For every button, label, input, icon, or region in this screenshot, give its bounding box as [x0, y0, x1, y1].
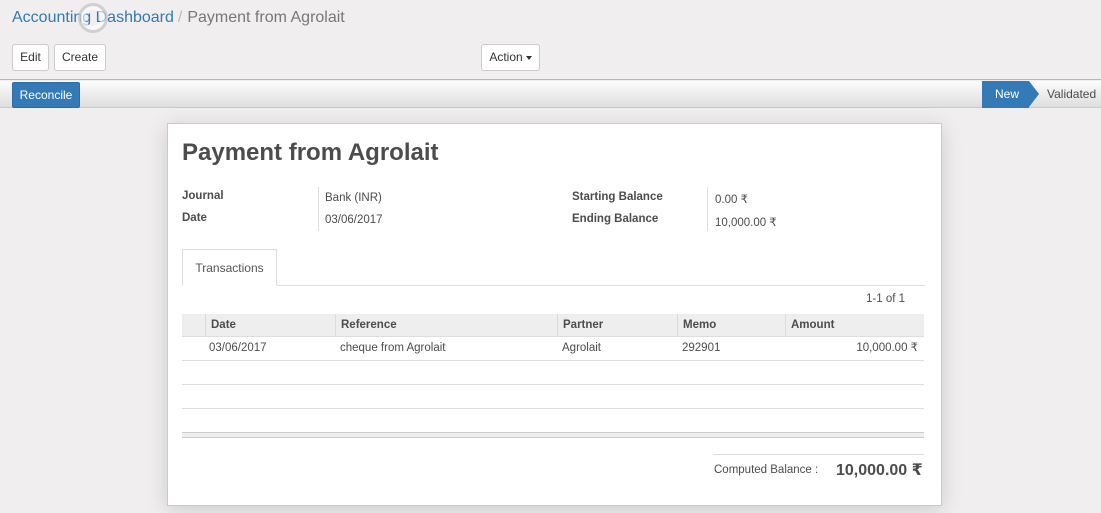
date-label: Date	[182, 212, 207, 224]
ending-balance-label: Ending Balance	[572, 213, 659, 225]
cell-memo: 292901	[682, 342, 721, 354]
table-header: Date Reference Partner Memo Amount	[182, 314, 924, 337]
computed-balance-value: 10,000.00 ₹	[836, 462, 923, 479]
tab-bar-divider	[182, 285, 925, 286]
edit-button[interactable]: Edit	[12, 44, 49, 71]
pager-value[interactable]: 1-1 of 1	[866, 293, 905, 305]
date-field[interactable]: 03/06/2017	[325, 214, 383, 226]
form-sheet: Payment from Agrolait Journal Bank (INR)…	[167, 123, 942, 506]
computed-balance-label: Computed Balance :	[714, 464, 819, 476]
statusbar: Reconcile New Validated	[0, 81, 1101, 108]
journal-label: Journal	[182, 190, 224, 202]
column-header-reference[interactable]: Reference	[335, 314, 557, 337]
stage-new[interactable]: New	[982, 81, 1029, 108]
loading-spinner-icon	[78, 3, 108, 33]
field-divider	[318, 187, 319, 231]
action-dropdown-button[interactable]: Action	[481, 44, 540, 71]
column-header-amount[interactable]: Amount	[785, 314, 924, 337]
cell-amount: 10,000.00 ₹	[856, 342, 918, 354]
field-divider	[707, 187, 708, 231]
stage-arrow-icon	[1029, 81, 1039, 107]
table-footer	[182, 432, 924, 438]
reconcile-button[interactable]: Reconcile	[12, 82, 80, 108]
starting-balance-label: Starting Balance	[572, 191, 663, 203]
column-header-date[interactable]: Date	[205, 314, 335, 337]
cell-reference: cheque from Agrolait	[340, 342, 446, 354]
table-row-empty	[182, 385, 924, 409]
control-panel: Accounting Dashboard / Payment from Agrola…	[0, 0, 1101, 80]
tab-transactions[interactable]: Transactions	[182, 249, 277, 286]
table-row[interactable]: 03/06/2017 cheque from Agrolait Agrolait…	[182, 337, 924, 361]
create-button[interactable]: Create	[54, 44, 106, 71]
starting-balance-field[interactable]: 0.00 ₹	[715, 192, 748, 206]
page-title: Payment from Agrolait	[182, 139, 439, 166]
action-label: Action	[489, 50, 523, 64]
table-row-empty	[182, 361, 924, 385]
breadcrumb-separator: /	[177, 9, 183, 26]
summary-divider	[713, 454, 924, 455]
caret-down-icon	[525, 55, 532, 60]
breadcrumb-current: Payment from Agrolait	[187, 9, 345, 26]
journal-field[interactable]: Bank (INR)	[325, 192, 382, 204]
column-header-memo[interactable]: Memo	[677, 314, 785, 337]
breadcrumb: Accounting Dashboard / Payment from Agrola…	[12, 8, 345, 28]
column-header-partner[interactable]: Partner	[557, 314, 677, 337]
ending-balance-field[interactable]: 10,000.00 ₹	[715, 215, 777, 229]
cell-partner: Agrolait	[562, 342, 601, 354]
stage-validated[interactable]: Validated	[1047, 81, 1096, 108]
cell-date: 03/06/2017	[209, 342, 267, 354]
